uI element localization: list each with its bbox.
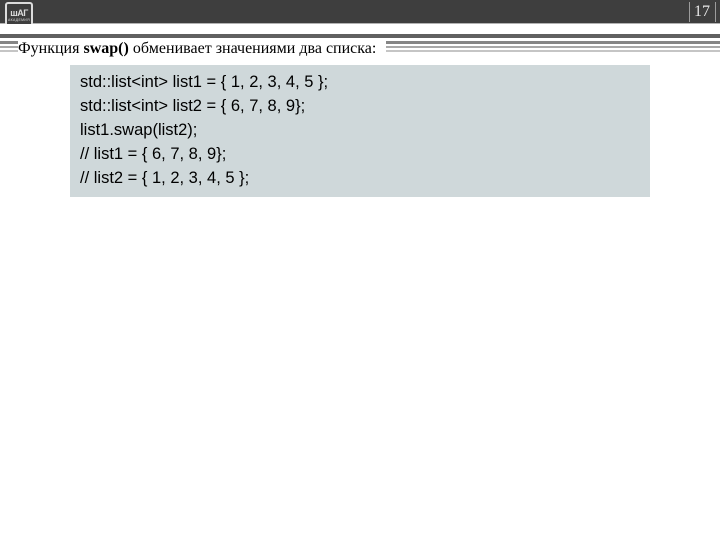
code-line-1: std::list<int> list1 = { 1, 2, 3, 4, 5 }… xyxy=(80,71,640,95)
intro-prefix: Функция xyxy=(18,40,83,57)
page-number: 17 xyxy=(694,3,710,21)
intro-func-name: swap() xyxy=(83,40,128,57)
code-block: std::list<int> list1 = { 1, 2, 3, 4, 5 }… xyxy=(70,65,650,197)
intro-sentence: Функция swap() обменивает значениями два… xyxy=(18,40,386,58)
page-number-divider-right xyxy=(715,2,716,22)
page-number-divider xyxy=(689,2,690,22)
code-line-2: std::list<int> list2 = { 6, 7, 8, 9}; xyxy=(80,95,640,119)
code-line-3: list1.swap(list2); xyxy=(80,119,640,143)
slide-header: шАГ АКАДЕМИЯ 17 xyxy=(0,0,720,24)
code-line-4: // list1 = { 6, 7, 8, 9}; xyxy=(80,143,640,167)
logo-subtext: АКАДЕМИЯ xyxy=(8,19,30,23)
intro-suffix: обменивает значениями два списка: xyxy=(129,40,377,57)
code-line-5: // list2 = { 1, 2, 3, 4, 5 }; xyxy=(80,167,640,191)
logo-text: шАГ xyxy=(10,9,28,18)
